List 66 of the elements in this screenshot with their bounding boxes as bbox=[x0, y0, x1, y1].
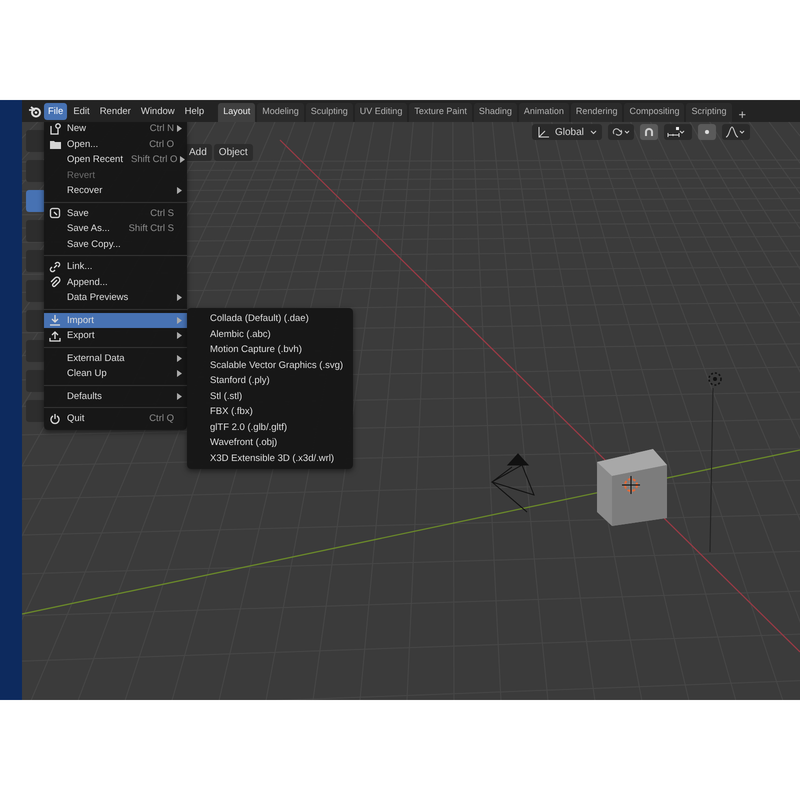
menu-entry[interactable]: New Ctrl N bbox=[44, 122, 187, 136]
menu-entry[interactable]: Recover bbox=[44, 183, 187, 198]
workspace-tab[interactable]: Rendering bbox=[570, 103, 622, 122]
menu-entry[interactable]: Open Recent Shift Ctrl O bbox=[44, 152, 187, 168]
viewport-menu[interactable]: Object bbox=[214, 144, 253, 161]
menu-entry[interactable]: Wavefront (.obj) bbox=[187, 435, 353, 450]
export-icon bbox=[49, 330, 61, 342]
menu-entry[interactable]: Data Previews bbox=[44, 290, 187, 306]
menu-entry[interactable]: FBX (.fbx) bbox=[187, 404, 353, 420]
menu-entry[interactable]: Export bbox=[44, 328, 187, 344]
menu-item[interactable]: Window bbox=[136, 102, 179, 120]
menu-item[interactable]: Help bbox=[180, 102, 208, 120]
folder-icon bbox=[48, 138, 62, 150]
menu-entry[interactable]: glTF 2.0 (.glb/.gltf) bbox=[187, 420, 353, 435]
save-icon bbox=[49, 207, 61, 220]
menu-entry[interactable]: Stl (.stl) bbox=[187, 388, 353, 404]
orientation-value: Global bbox=[555, 126, 584, 138]
curve-icon bbox=[724, 126, 747, 138]
axes-icon bbox=[537, 126, 549, 138]
paperclip-icon bbox=[49, 276, 61, 288]
menu-entry[interactable]: Motion Capture (.bvh) bbox=[187, 342, 353, 358]
menu-entry[interactable]: Save As... Shift Ctrl S bbox=[44, 221, 187, 236]
transform-orientation-dropdown[interactable]: Global bbox=[532, 124, 602, 140]
workspace-tab[interactable]: Shading bbox=[474, 103, 517, 122]
menu-entry[interactable]: Collada (Default) (.dae) bbox=[187, 311, 353, 326]
import-icon bbox=[49, 314, 61, 326]
workspace-tab[interactable]: Animation bbox=[518, 103, 569, 122]
workspace-tab[interactable]: Texture Paint bbox=[409, 103, 472, 122]
power-icon bbox=[49, 412, 61, 425]
workspace-tab[interactable]: Scripting bbox=[686, 103, 732, 122]
menu-entry[interactable]: Open... Ctrl O bbox=[44, 136, 187, 152]
menu-entry[interactable]: Save Copy... bbox=[44, 236, 187, 252]
falloff-button[interactable] bbox=[722, 124, 750, 140]
add-workspace-button[interactable]: + bbox=[734, 107, 752, 122]
workspace-tab[interactable]: UV Editing bbox=[354, 103, 408, 122]
snap-target-button[interactable] bbox=[664, 124, 692, 140]
workspace-tab[interactable]: Modeling bbox=[257, 103, 304, 122]
chevron-icon bbox=[590, 130, 597, 134]
menu-entry[interactable]: Clean Up bbox=[44, 366, 187, 382]
menu-entry[interactable]: Append... bbox=[44, 274, 187, 290]
menu-item[interactable]: File bbox=[44, 102, 68, 120]
snap-button[interactable] bbox=[640, 124, 658, 140]
workspace-tab[interactable]: Layout bbox=[218, 103, 256, 122]
menu-item[interactable]: Render bbox=[96, 102, 135, 120]
link-icon bbox=[610, 126, 631, 138]
menu-entry[interactable]: Link... bbox=[44, 259, 187, 274]
menu-item[interactable]: Edit bbox=[69, 102, 94, 120]
menu-entry[interactable]: External Data bbox=[44, 350, 187, 366]
pivot-button[interactable] bbox=[608, 124, 634, 140]
workspace-tab[interactable]: Sculpting bbox=[306, 103, 353, 122]
proportional-edit-button[interactable] bbox=[698, 124, 716, 140]
menu-entry[interactable]: Import bbox=[44, 312, 187, 328]
menu-entry[interactable]: Alembic (.abc) bbox=[187, 326, 353, 342]
workspace-tab[interactable]: Compositing bbox=[624, 103, 684, 122]
link-icon bbox=[49, 260, 61, 273]
blender-logo-icon bbox=[28, 104, 42, 118]
menu-entry[interactable]: Quit Ctrl Q bbox=[44, 411, 187, 426]
menu-entry[interactable]: Stanford (.ply) bbox=[187, 373, 353, 388]
menu-entry[interactable]: Save Ctrl S bbox=[44, 206, 187, 221]
menu-entry[interactable]: X3D Extensible 3D (.x3d/.wrl) bbox=[187, 450, 353, 466]
new-file-icon bbox=[49, 122, 61, 135]
magnet-icon bbox=[642, 126, 655, 138]
origin-cursor-icon bbox=[622, 476, 640, 494]
menu-entry[interactable]: Scalable Vector Graphics (.svg) bbox=[187, 358, 353, 373]
camera-drawing bbox=[492, 453, 534, 512]
menu-entry[interactable]: Defaults bbox=[44, 388, 187, 404]
